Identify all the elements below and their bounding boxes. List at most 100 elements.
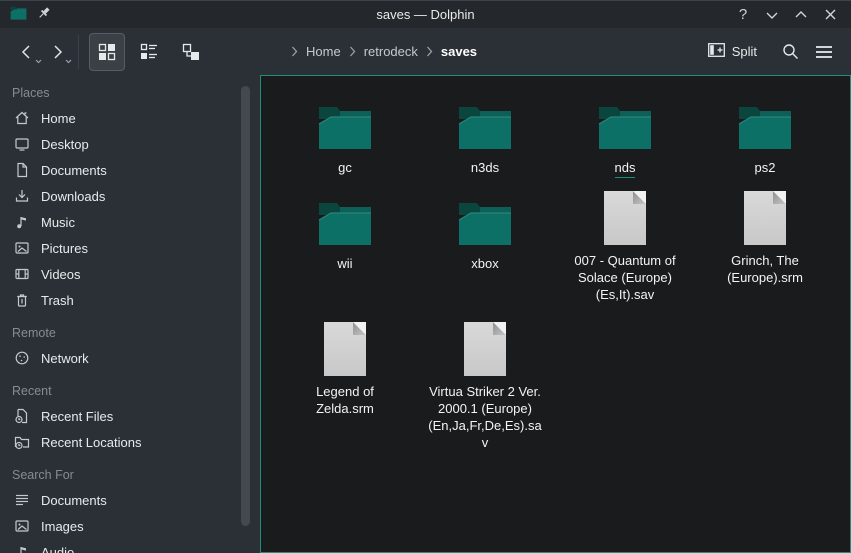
- recent-file-clock-icon: [13, 408, 30, 425]
- hamburger-menu-button[interactable]: [809, 35, 839, 69]
- folder-item-nds[interactable]: nds: [597, 86, 653, 182]
- download-icon: [13, 188, 30, 205]
- icons-view-button[interactable]: [89, 33, 125, 71]
- sidebar-item-home[interactable]: Home: [0, 105, 260, 131]
- item-label: Virtua Striker 2 Ver. 2000.1 (Europe) (E…: [426, 383, 544, 452]
- details-view-button[interactable]: [131, 33, 167, 71]
- sidebar-item-music[interactable]: Music: [0, 209, 260, 235]
- back-dropdown-icon[interactable]: [35, 52, 42, 67]
- forward-button[interactable]: [42, 35, 72, 69]
- tree-view-button[interactable]: [173, 33, 209, 71]
- sidebar-item-trash[interactable]: Trash: [0, 287, 260, 313]
- split-button-label: Split: [732, 44, 757, 59]
- recent-folder-clock-icon: [13, 434, 30, 451]
- folder-icon: [737, 93, 793, 150]
- breadcrumb: Home retrodeck saves: [215, 44, 708, 59]
- image-icon: [13, 240, 30, 257]
- app-folder-icon: [10, 6, 27, 23]
- sidebar-item-label: Documents: [41, 163, 107, 178]
- item-label: ps2: [755, 159, 776, 176]
- folder-item-wii[interactable]: wii: [317, 182, 373, 313]
- toolbar-separator: [78, 35, 79, 69]
- section-places: Places Home Desktop Documents: [0, 83, 260, 313]
- minimize-button[interactable]: [761, 5, 783, 25]
- places-panel: Places Home Desktop Documents: [0, 75, 260, 553]
- close-button[interactable]: [819, 5, 841, 25]
- file-item-007-quantum-of-solace[interactable]: 007 - Quantum of Solace (Europe) (Es,It)…: [566, 182, 684, 313]
- sidebar-item-label: Recent Files: [41, 409, 113, 424]
- folder-item-xbox[interactable]: xbox: [457, 182, 513, 313]
- section-header-recent: Recent: [0, 381, 260, 403]
- file-item-grinch-the[interactable]: Grinch, The (Europe).srm: [706, 182, 824, 313]
- breadcrumb-saves[interactable]: saves: [437, 44, 481, 59]
- item-label: 007 - Quantum of Solace (Europe) (Es,It)…: [566, 252, 684, 303]
- split-button[interactable]: Split: [708, 43, 757, 60]
- sidebar-item-label: Home: [41, 111, 76, 126]
- chevron-right-icon: [426, 46, 433, 57]
- file-icon: [323, 320, 367, 377]
- sidebar-item-videos[interactable]: Videos: [0, 261, 260, 287]
- maximize-button[interactable]: [790, 5, 812, 25]
- folder-item-ps2[interactable]: ps2: [737, 86, 793, 182]
- sidebar-item-downloads[interactable]: Downloads: [0, 183, 260, 209]
- sidebar-item-search-images[interactable]: Images: [0, 513, 260, 539]
- sidebar-item-label: Downloads: [41, 189, 105, 204]
- sidebar-item-desktop[interactable]: Desktop: [0, 131, 260, 157]
- sidebar-item-search-audio[interactable]: Audio: [0, 539, 260, 553]
- section-remote: Remote Network: [0, 323, 260, 371]
- sidebar-item-label: Images: [41, 519, 84, 534]
- image-icon: [13, 518, 30, 535]
- folder-icon: [457, 93, 513, 150]
- toolbar: Home retrodeck saves Split: [0, 28, 851, 75]
- pin-icon[interactable]: [37, 6, 51, 23]
- folder-item-gc[interactable]: gc: [317, 86, 373, 182]
- sidebar-item-documents[interactable]: Documents: [0, 157, 260, 183]
- item-label: xbox: [471, 255, 498, 272]
- film-icon: [13, 266, 30, 283]
- sidebar-item-recent-files[interactable]: Recent Files: [0, 403, 260, 429]
- item-label: gc: [338, 159, 352, 176]
- sidebar-item-label: Music: [41, 215, 75, 230]
- section-header-places: Places: [0, 83, 260, 105]
- network-globe-icon: [13, 350, 30, 367]
- chevron-right-icon: [291, 46, 298, 57]
- desktop-icon: [13, 136, 30, 153]
- sidebar-item-recent-locations[interactable]: Recent Locations: [0, 429, 260, 455]
- sidebar-item-label: Pictures: [41, 241, 88, 256]
- window-title: saves — Dolphin: [0, 7, 851, 22]
- forward-dropdown-icon[interactable]: [65, 52, 72, 67]
- item-label: n3ds: [471, 159, 499, 176]
- breadcrumb-home[interactable]: Home: [302, 44, 345, 59]
- music-note-icon: [13, 544, 30, 553]
- home-icon: [13, 110, 30, 127]
- trash-icon: [13, 292, 30, 309]
- sidebar-item-label: Network: [41, 351, 89, 366]
- help-button[interactable]: ?: [732, 5, 754, 25]
- section-search-for: Search For Documents Images Audio: [0, 465, 260, 553]
- search-button[interactable]: [775, 35, 805, 69]
- file-icon: [463, 320, 507, 377]
- music-note-icon: [13, 214, 30, 231]
- file-grid: gc n3ds nds ps2 wii xbox: [275, 86, 850, 453]
- sidebar-item-search-documents[interactable]: Documents: [0, 487, 260, 513]
- folder-icon: [457, 189, 513, 246]
- sidebar-item-pictures[interactable]: Pictures: [0, 235, 260, 261]
- folder-view[interactable]: gc n3ds nds ps2 wii xbox: [260, 75, 851, 553]
- file-item-legend-of-zelda[interactable]: Legend of Zelda.srm: [286, 313, 404, 453]
- folder-icon: [317, 189, 373, 246]
- item-label: Legend of Zelda.srm: [286, 383, 404, 417]
- file-icon: [603, 189, 647, 246]
- item-label: Grinch, The (Europe).srm: [706, 252, 824, 286]
- sidebar-item-network[interactable]: Network: [0, 345, 260, 371]
- sidebar-item-label: Trash: [41, 293, 74, 308]
- file-item-virtua-striker-2[interactable]: Virtua Striker 2 Ver. 2000.1 (Europe) (E…: [426, 313, 544, 453]
- split-view-icon: [708, 43, 725, 60]
- document-icon: [13, 162, 30, 179]
- item-label: nds: [615, 159, 636, 176]
- section-header-remote: Remote: [0, 323, 260, 345]
- back-button[interactable]: [12, 35, 42, 69]
- folder-item-n3ds[interactable]: n3ds: [457, 86, 513, 182]
- breadcrumb-retrodeck[interactable]: retrodeck: [360, 44, 422, 59]
- titlebar: saves — Dolphin ?: [0, 0, 851, 28]
- sidebar-scrollbar[interactable]: [241, 86, 250, 526]
